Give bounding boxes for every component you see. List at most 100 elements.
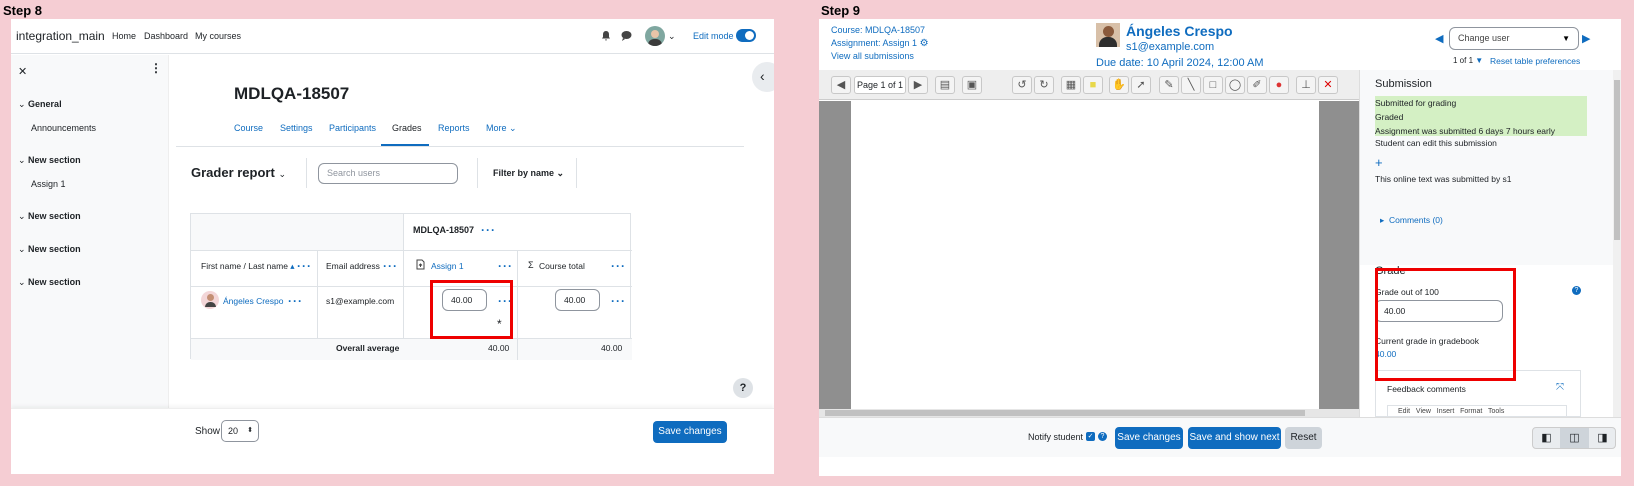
course-total-input[interactable]: 40.00: [555, 289, 600, 311]
stamp-save-icon[interactable]: ▦: [1061, 76, 1081, 94]
prev-user-icon[interactable]: ◀: [1435, 32, 1443, 45]
student-name-link[interactable]: Ángeles Crespo: [223, 296, 283, 306]
status-submitted: Submitted for grading: [1375, 98, 1457, 108]
edit-mode-toggle[interactable]: [736, 29, 756, 42]
user-avatar[interactable]: [645, 26, 665, 46]
show-label: Show: [195, 426, 221, 437]
chat-icon[interactable]: [621, 30, 632, 41]
grading-footer: Notify student ✓ ? Save changes Save and…: [819, 417, 1621, 457]
drawer-item-assign-1[interactable]: Assign 1: [31, 179, 66, 189]
assignment-link[interactable]: Assignment: Assign 1 ⚙: [831, 38, 929, 49]
panel-scrollbar[interactable]: [1613, 70, 1621, 417]
total-cell-actions-icon[interactable]: ···: [611, 295, 626, 307]
search-users-input[interactable]: Search users: [318, 163, 458, 184]
block-drawer-toggle[interactable]: ‹: [752, 62, 774, 92]
expand-plus-icon[interactable]: +: [1375, 155, 1383, 170]
section-new-2[interactable]: ⌄ New section: [18, 211, 81, 222]
group-actions-icon[interactable]: ···: [481, 224, 496, 236]
total-actions-icon[interactable]: ···: [611, 260, 626, 272]
comment-color-icon[interactable]: ■: [1083, 76, 1103, 94]
overall-average-assign: 40.00: [488, 343, 510, 353]
section-general[interactable]: ⌄ General: [18, 99, 62, 110]
name-actions-icon[interactable]: ···: [297, 260, 312, 272]
sum-icon: Σ: [528, 260, 534, 270]
student-actions-icon[interactable]: ···: [288, 295, 303, 307]
due-date: Due date: 10 April 2024, 12:00 AM: [1096, 57, 1264, 69]
save-changes-button[interactable]: Save changes: [653, 421, 727, 443]
show-select[interactable]: 20 ⬍: [221, 420, 259, 442]
default-layout-icon[interactable]: ◫: [1560, 428, 1589, 448]
pdf-viewer[interactable]: [819, 101, 1359, 417]
notify-student-checkbox[interactable]: ✓: [1086, 432, 1095, 441]
comments-toggle[interactable]: ▸ Comments (0): [1380, 215, 1443, 226]
tab-more[interactable]: More ⌄: [486, 123, 517, 134]
collapse-grade-panel-icon[interactable]: ◧: [1533, 428, 1560, 448]
filter-by-name[interactable]: Filter by name ⌄: [493, 168, 564, 179]
site-name[interactable]: integration_main: [16, 29, 105, 43]
tab-reports[interactable]: Reports: [438, 123, 470, 133]
expand-comments-icon[interactable]: ▣: [962, 76, 982, 94]
section-new-4[interactable]: ⌄ New section: [18, 277, 81, 288]
reset-table-preferences-link[interactable]: Reset table preferences: [1490, 56, 1580, 66]
section-new-1[interactable]: ⌄ New section: [18, 155, 81, 166]
course-link[interactable]: Course: MDLQA-18507: [831, 25, 925, 35]
notify-help-icon[interactable]: ?: [1098, 432, 1107, 441]
col-header-assign-1[interactable]: Assign 1: [431, 261, 464, 271]
section-new-3[interactable]: ⌄ New section: [18, 244, 81, 255]
view-all-submissions-link[interactable]: View all submissions: [831, 51, 914, 61]
select-icon[interactable]: ➚: [1131, 76, 1151, 94]
delete-annotation-icon[interactable]: ✕: [1318, 76, 1338, 94]
pdf-page[interactable]: [851, 101, 1319, 417]
highlighter-icon[interactable]: ●: [1269, 76, 1289, 94]
comment-icon[interactable]: ✎: [1159, 76, 1179, 94]
assign-actions-icon[interactable]: ···: [498, 260, 513, 272]
prev-page-icon[interactable]: ◀: [831, 76, 851, 94]
rotate-left-icon[interactable]: ↺: [1012, 76, 1032, 94]
drawer-item-announcements[interactable]: Announcements: [31, 123, 96, 133]
stamp-icon[interactable]: ⊥: [1296, 76, 1316, 94]
grade-help-icon[interactable]: ?: [1572, 286, 1581, 295]
bell-icon[interactable]: [601, 30, 611, 41]
drawer-menu-icon[interactable]: ⋮: [150, 62, 162, 74]
navbar: integration_main Home Dashboard My cours…: [11, 19, 774, 54]
search-comments-icon[interactable]: ▤: [935, 76, 955, 94]
overall-average-total: 40.00: [601, 343, 623, 353]
tab-course[interactable]: Course: [234, 123, 263, 133]
status-timing: Assignment was submitted 6 days 7 hours …: [1375, 126, 1556, 136]
help-button[interactable]: ?: [733, 378, 753, 398]
row-divider: [191, 250, 632, 251]
tab-participants[interactable]: Participants: [329, 123, 376, 133]
next-user-icon[interactable]: ▶: [1582, 32, 1590, 45]
reset-button[interactable]: Reset: [1285, 427, 1322, 449]
student-name[interactable]: Ángeles Crespo: [1126, 23, 1233, 39]
row-divider: [191, 286, 632, 287]
email-actions-icon[interactable]: ···: [383, 260, 398, 272]
nav-dashboard[interactable]: Dashboard: [144, 31, 188, 41]
col-header-name[interactable]: First name / Last name ▴: [201, 261, 295, 272]
line-icon[interactable]: ╲: [1181, 76, 1201, 94]
hand-icon[interactable]: ✋: [1109, 76, 1129, 94]
nav-home[interactable]: Home: [112, 31, 136, 41]
collapse-review-panel-icon[interactable]: ◨: [1589, 428, 1616, 448]
tab-grades[interactable]: Grades: [392, 123, 422, 133]
rotate-right-icon[interactable]: ↻: [1034, 76, 1054, 94]
pen-icon[interactable]: ✐: [1247, 76, 1267, 94]
notify-student-label: Notify student: [1028, 432, 1084, 442]
rectangle-icon[interactable]: □: [1203, 76, 1223, 94]
next-page-icon[interactable]: ▶: [908, 76, 928, 94]
save-and-show-next-button[interactable]: Save and show next: [1188, 427, 1281, 449]
nav-my-courses[interactable]: My courses: [195, 31, 241, 41]
save-changes-button[interactable]: Save changes: [1115, 427, 1183, 449]
fullscreen-icon[interactable]: ⤧: [1556, 382, 1564, 393]
drawer-close-icon[interactable]: ✕: [18, 65, 27, 78]
grader-report-selector[interactable]: Grader report ⌄: [191, 165, 286, 180]
user-menu-chevron-icon[interactable]: ⌄: [668, 31, 676, 42]
pdf-toolbar: ◀ Page 1 of 1 ▶ ▤ ▣ ↺ ↻ ▦ ■ ✋ ➚ ✎ ╲ □ ◯ …: [819, 70, 1359, 100]
horizontal-scrollbar[interactable]: [819, 409, 1359, 417]
oval-icon[interactable]: ◯: [1225, 76, 1245, 94]
tab-settings[interactable]: Settings: [280, 123, 313, 133]
student-avatar[interactable]: [201, 291, 219, 309]
page-select[interactable]: Page 1 of 1: [854, 76, 906, 94]
online-text-summary: This online text was submitted by s1: [1375, 174, 1512, 184]
change-user-select[interactable]: Change user ▼: [1449, 27, 1579, 50]
